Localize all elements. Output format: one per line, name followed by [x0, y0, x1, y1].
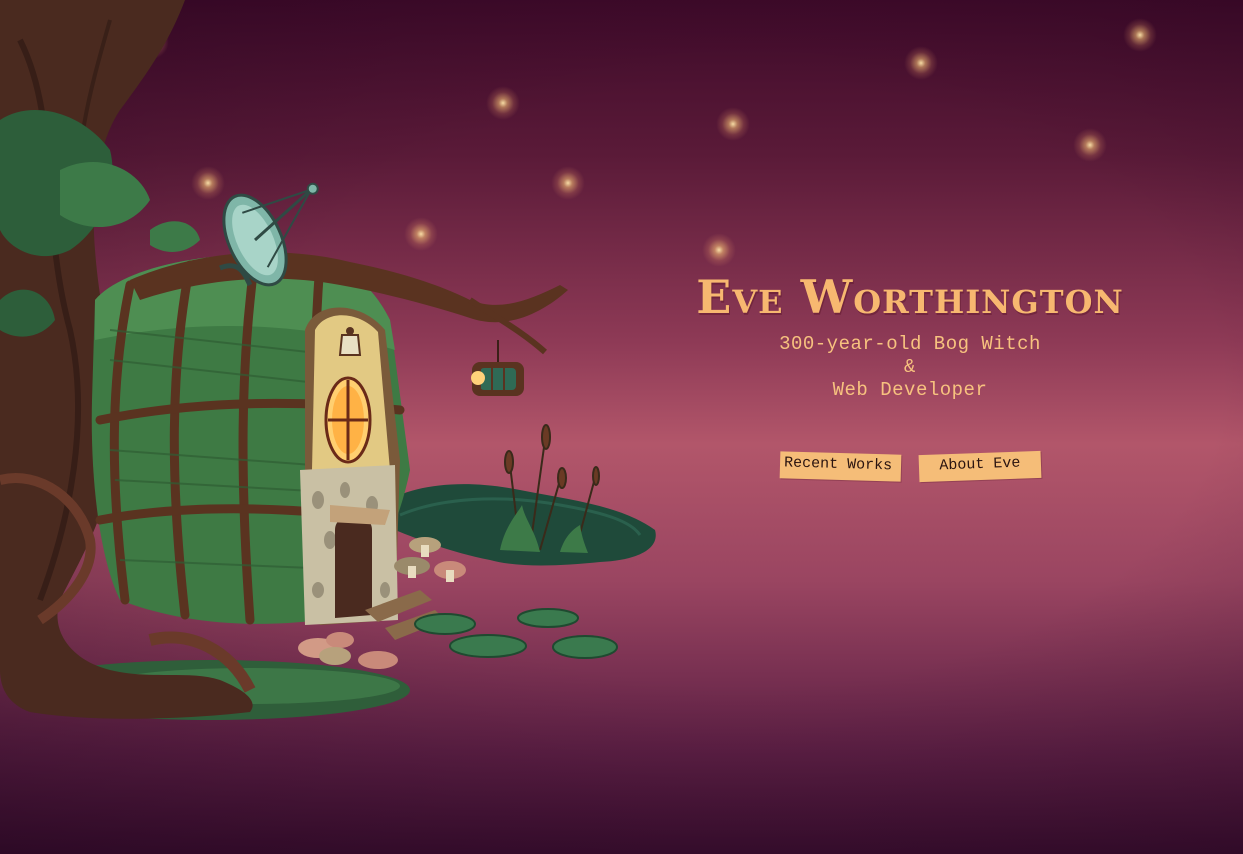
lily-pads — [414, 608, 618, 659]
tagline-line-3: Web Developer — [832, 378, 988, 401]
main-nav: Recent Works About Eve — [779, 450, 1050, 491]
tagline: 300-year-old Bog Witch & Web Developer — [660, 333, 1160, 402]
tagline-line-1: 300-year-old Bog Witch — [779, 332, 1041, 355]
tagline-ampersand: & — [904, 355, 916, 378]
witch-hut-illustration — [0, 0, 656, 720]
round-window — [324, 376, 372, 464]
firefly-glow-icon — [1123, 18, 1157, 52]
firefly-glow-icon — [702, 233, 736, 267]
lantern — [471, 340, 524, 396]
hero-section: Eve Worthington 300-year-old Bog Witch &… — [660, 272, 1160, 402]
about-eve-link[interactable]: About Eve — [918, 450, 1042, 483]
firefly-glow-icon — [716, 107, 750, 141]
site-title: Eve Worthington — [696, 270, 1124, 324]
hut-door — [335, 515, 372, 618]
recent-works-link[interactable]: Recent Works — [779, 451, 902, 482]
firefly-glow-icon — [904, 46, 938, 80]
firefly-glow-icon — [1073, 128, 1107, 162]
